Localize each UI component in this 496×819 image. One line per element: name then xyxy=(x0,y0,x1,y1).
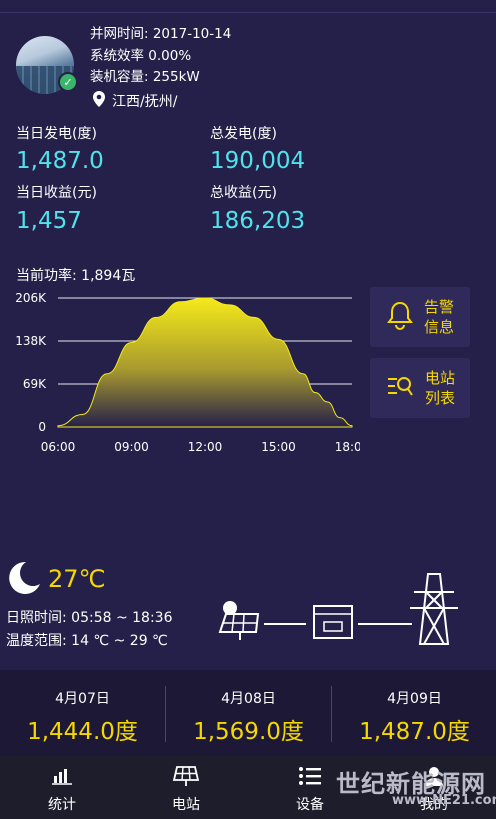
x-tick-label: 09:00 xyxy=(114,440,149,454)
current-power: 当前功率: 1,894瓦 xyxy=(16,268,136,284)
y-tick-label: 138K xyxy=(15,334,47,348)
day-item[interactable]: 4月09日 1,487.0度 xyxy=(332,670,496,756)
x-tick-label: 12:00 xyxy=(188,440,223,454)
tab-label: 电站 xyxy=(172,797,200,813)
y-tick-label: 206K xyxy=(15,291,47,305)
total-income-label: 总收益(元) xyxy=(210,185,277,201)
alarm-info-button[interactable]: 告警 信息 xyxy=(370,287,470,347)
grid-date: 并网时间: 2017-10-14 xyxy=(90,26,232,42)
bar-chart-icon xyxy=(0,764,124,788)
day-value: 1,487.0度 xyxy=(359,719,470,745)
power-area-series xyxy=(57,297,353,428)
sunlight-time: 日照时间: 05:58 ~ 18:36 xyxy=(6,610,173,626)
x-tick-label: 06:00 xyxy=(41,440,76,454)
power-tower-icon xyxy=(410,573,458,645)
x-tick-label: 15:00 xyxy=(261,440,296,454)
daily-generation-strip: 4月07日 1,444.0度 4月08日 1,569.0度 4月09日 1,48… xyxy=(0,670,496,756)
station-location: 江西/抚州/ xyxy=(112,94,178,110)
stations-label-1: 电站 xyxy=(424,369,455,387)
power-chart: 206K 138K 69K 0 06:00 09:00 12:00 15:00 18:00 xyxy=(15,291,360,454)
total-generation-label: 总发电(度) xyxy=(210,126,277,142)
installed-capacity: 装机容量: 255kW xyxy=(90,69,200,85)
tab-statistics[interactable]: 统计 xyxy=(0,756,124,819)
solar-panel-sun-icon xyxy=(218,601,260,640)
day-item[interactable]: 4月08日 1,569.0度 xyxy=(166,670,331,756)
temperature: 27℃ xyxy=(48,565,106,593)
tab-stations[interactable]: 电站 xyxy=(124,756,248,819)
watermark-url: www.NE21.com xyxy=(392,793,496,808)
temperature-range: 温度范围: 14 ℃ ~ 29 ℃ xyxy=(6,633,168,649)
tab-label: 统计 xyxy=(48,797,76,813)
y-tick-label: 69K xyxy=(23,377,47,391)
top-divider xyxy=(0,12,496,13)
day-date: 4月07日 xyxy=(55,691,110,707)
search-list-icon xyxy=(385,371,415,405)
location-pin-icon xyxy=(92,90,106,112)
alarm-label-1: 告警 xyxy=(423,298,454,316)
inverter-icon xyxy=(313,605,353,639)
today-generation-label: 当日发电(度) xyxy=(16,126,97,142)
total-income-value: 186,203 xyxy=(210,208,306,234)
moon-icon xyxy=(4,558,44,602)
stations-label-2: 列表 xyxy=(424,389,455,407)
energy-flow-diagram xyxy=(218,573,458,645)
day-item[interactable]: 4月07日 1,444.0度 xyxy=(0,670,165,756)
alarm-label-2: 信息 xyxy=(423,318,454,336)
bell-icon xyxy=(386,300,414,334)
verified-check-icon: ✓ xyxy=(58,72,78,92)
today-generation-value: 1,487.0 xyxy=(16,148,104,174)
day-value: 1,569.0度 xyxy=(193,719,304,745)
total-generation-value: 190,004 xyxy=(210,148,306,174)
x-tick-label: 18:00 xyxy=(335,440,360,454)
day-value: 1,444.0度 xyxy=(27,719,138,745)
day-date: 4月09日 xyxy=(387,691,442,707)
system-efficiency: 系统效率 0.00% xyxy=(90,48,192,64)
y-tick-label: 0 xyxy=(38,420,46,434)
solar-panel-icon xyxy=(124,764,248,788)
today-income-label: 当日收益(元) xyxy=(16,185,97,201)
today-income-value: 1,457 xyxy=(16,208,82,234)
station-list-button[interactable]: 电站 列表 xyxy=(370,358,470,418)
day-date: 4月08日 xyxy=(221,691,276,707)
